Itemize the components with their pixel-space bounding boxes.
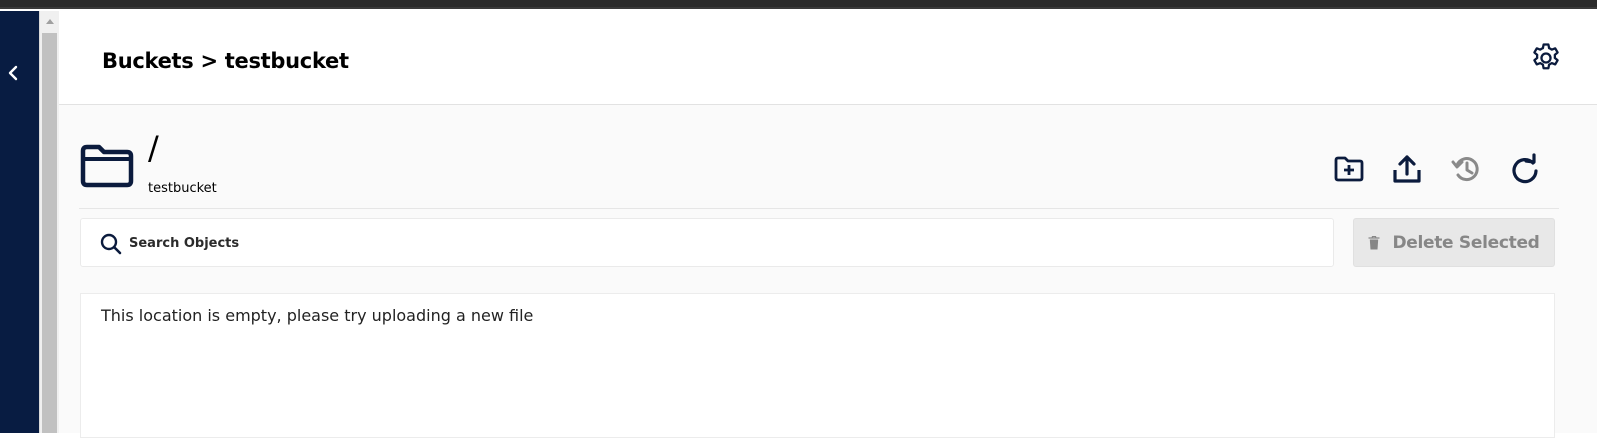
- breadcrumb[interactable]: Buckets > testbucket: [102, 49, 349, 73]
- scrollbar-thumb[interactable]: [42, 33, 57, 433]
- path-title: /: [148, 129, 159, 167]
- scrollbar[interactable]: [39, 11, 59, 433]
- search-box: [80, 218, 1334, 267]
- bucket-name: testbucket: [148, 181, 217, 196]
- search-input[interactable]: [129, 229, 1309, 257]
- history-button[interactable]: [1446, 149, 1486, 189]
- folder-icon: [80, 144, 134, 188]
- refresh-button[interactable]: [1505, 149, 1545, 189]
- collapse-sidebar-button[interactable]: [3, 63, 23, 83]
- gear-icon: [1533, 43, 1559, 70]
- delete-selected-button[interactable]: Delete Selected: [1353, 218, 1555, 267]
- trash-icon: [1368, 235, 1380, 249]
- page-header: Buckets > testbucket: [59, 11, 1597, 105]
- main-area: Buckets > testbucket / testbucket Search…: [59, 11, 1597, 438]
- search-icon: [100, 233, 122, 255]
- empty-state-message: This location is empty, please try uploa…: [101, 306, 534, 325]
- sidebar: [0, 11, 39, 433]
- browser-top-strip: [0, 0, 1597, 9]
- create-folder-icon: [1334, 156, 1364, 182]
- create-folder-button[interactable]: [1329, 149, 1369, 189]
- triangle-up-icon: [45, 19, 54, 24]
- upload-button[interactable]: [1387, 149, 1427, 189]
- refresh-icon: [1512, 153, 1538, 184]
- settings-button[interactable]: [1529, 41, 1563, 75]
- folder-header: / testbucket: [79, 129, 1559, 209]
- delete-selected-label: Delete Selected: [1392, 232, 1540, 253]
- action-bar: [1329, 149, 1561, 189]
- upload-icon: [1393, 155, 1421, 183]
- chevron-left-icon: [8, 65, 18, 81]
- scroll-up-arrow[interactable]: [40, 11, 59, 31]
- history-icon: [1451, 157, 1479, 182]
- object-list-panel: This location is empty, please try uploa…: [80, 293, 1555, 438]
